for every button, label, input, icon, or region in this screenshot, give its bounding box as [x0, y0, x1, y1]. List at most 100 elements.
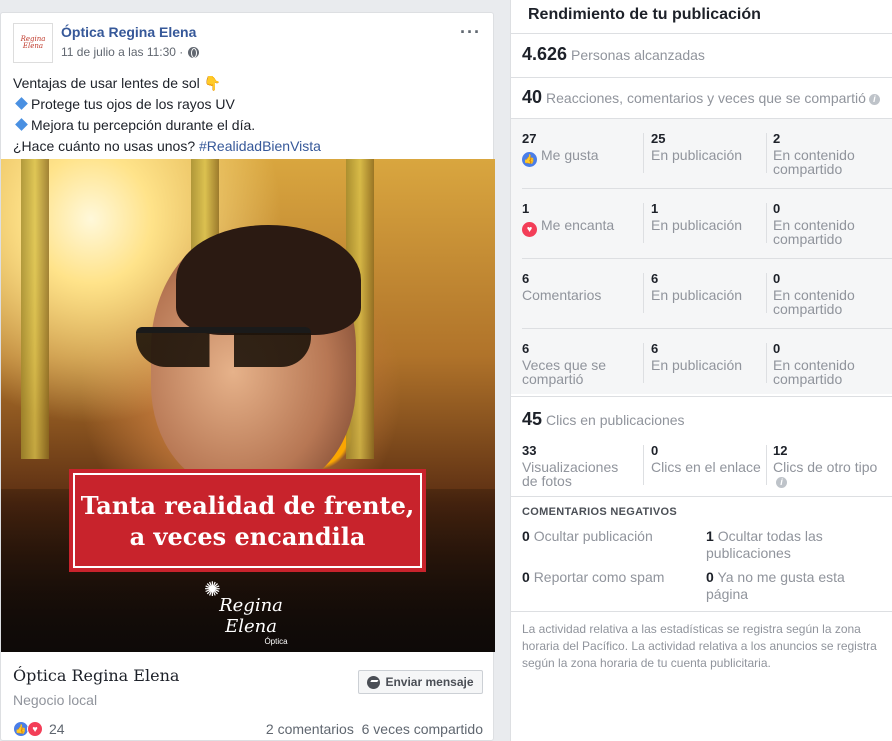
photo-views-label: Visualizaciones de fotos	[522, 459, 619, 489]
loves-on-post-cell: 1 En publicación	[651, 201, 766, 232]
banner-line-1: Tanta realidad de frente,	[80, 490, 415, 520]
reaction-icons[interactable]: 👍 ♥	[13, 721, 43, 737]
likes-cell: 27 👍 Me gusta	[522, 131, 637, 167]
post-line-3-text: Mejora tu percepción durante el día.	[31, 117, 256, 133]
engagement-breakdown: 27 👍 Me gusta 25 En publicación 2 En conteni…	[511, 118, 892, 394]
background-pillar	[21, 159, 49, 459]
engagement-label: Reacciones, comentarios y veces que se c…	[546, 90, 866, 106]
love-icon: ♥	[27, 721, 43, 737]
comments-on-shares-count: 0	[773, 271, 781, 286]
shares-on-post-cell: 6 En publicación	[651, 341, 766, 372]
link-clicks-cell: 0 Clics en el enlace	[651, 443, 766, 474]
spam-count: 0	[522, 569, 530, 585]
divider	[643, 445, 644, 485]
post-performance-panel: Rendimiento de tu publicación 4.626 Perso…	[510, 0, 892, 741]
divider	[766, 133, 767, 173]
hide-all-label: Ocultar todas las publicaciones	[706, 528, 823, 561]
divider	[643, 273, 644, 313]
post-line-4-text: ¿Hace cuánto no usas unos?	[13, 138, 200, 154]
post-line-1: Ventajas de usar lentes de sol 👇	[13, 75, 222, 91]
likes-on-post-label: En publicación	[651, 147, 743, 163]
comments-on-shares-cell: 0 En contenido compartido	[773, 271, 883, 316]
comments-shares-count[interactable]: 2 comentarios 6 veces compartido	[266, 721, 483, 737]
shares-cell: 6 Veces que se compartió	[522, 341, 637, 386]
shares-on-shares-count: 0	[773, 341, 781, 356]
clicks-section: 45 Clics en publicaciones 33 Visualizacion…	[511, 396, 892, 496]
page-avatar[interactable]: Regina Elena	[13, 23, 53, 63]
post-header: Regina Elena Óptica Regina Elena 11 de j…	[13, 23, 481, 67]
loves-on-post-label: En publicación	[651, 217, 743, 233]
love-icon: ♥	[522, 222, 537, 237]
shares-count: 6	[522, 341, 530, 356]
hide-all-stat: 1 Ocultar todas las publicaciones	[706, 528, 881, 562]
clicks-value: 45	[522, 409, 543, 429]
blue-diamond-icon	[15, 97, 28, 110]
comments-on-post-label: En publicación	[651, 287, 743, 303]
shares-on-post-label: En publicación	[651, 357, 743, 373]
likes-on-post-cell: 25 En publicación	[651, 131, 766, 162]
comments-count: 6	[522, 271, 530, 286]
shares-on-post-count: 6	[651, 341, 659, 356]
brand-small: Óptica	[264, 637, 288, 646]
reach-label: Personas alcanzadas	[571, 47, 705, 63]
post-line-2: Protege tus ojos de los rayos UV	[13, 94, 483, 115]
shares-row: 6 Veces que se compartió 6 En publicación …	[511, 329, 892, 399]
shares-on-shares-cell: 0 En contenido compartido	[773, 341, 883, 386]
info-icon[interactable]: i	[868, 94, 880, 105]
hide-post-count: 0	[522, 528, 530, 544]
engagement-section: 40 Reacciones, comentarios y veces que se…	[511, 77, 892, 118]
photo-views-cell: 33 Visualizaciones de fotos	[522, 443, 637, 488]
post-line-4: ¿Hace cuánto no usas unos? #RealidadBien…	[13, 136, 483, 157]
likes-count: 27	[522, 131, 537, 146]
divider	[643, 343, 644, 383]
facebook-post: Regina Elena Óptica Regina Elena 11 de j…	[0, 12, 495, 741]
comments-on-post-count: 6	[651, 271, 659, 286]
page-name-link[interactable]: Óptica Regina Elena	[61, 24, 196, 40]
page-title[interactable]: Óptica Regina Elena	[13, 666, 179, 685]
engagement-stat: 40 Reacciones, comentarios y veces que se…	[522, 87, 880, 108]
post-photo[interactable]: Tanta realidad de frente, a veces encand…	[1, 159, 495, 652]
blue-diamond-icon	[15, 118, 28, 131]
likes-on-shares-label: En contenido compartido	[773, 147, 855, 177]
send-message-button[interactable]: Enviar mensaje	[358, 670, 483, 694]
divider	[766, 203, 767, 243]
unlike-count: 0	[706, 569, 714, 585]
post-text: Ventajas de usar lentes de sol 👇 Protege…	[13, 73, 483, 157]
post-meta: 11 de julio a las 11:30 ·	[61, 45, 200, 59]
divider	[766, 273, 767, 313]
comments-cell: 6 Comentarios	[522, 271, 637, 302]
loves-cell: 1 ♥ Me encanta	[522, 201, 637, 237]
loves-on-shares-count: 0	[773, 201, 781, 216]
likes-on-shares-count: 2	[773, 131, 781, 146]
negative-feedback-title: COMENTARIOS NEGATIVOS	[522, 506, 678, 518]
unlike-label: Ya no me gusta esta página	[706, 569, 845, 602]
brand-logo: ✺ Regina Elena Óptica	[196, 577, 306, 646]
person-hair	[176, 225, 361, 335]
clicks-stat: 45 Clics en publicaciones	[522, 409, 685, 430]
comments-on-shares-label: En contenido compartido	[773, 287, 855, 317]
brand-star-icon: ✺	[204, 579, 221, 601]
panel-title: Rendimiento de tu publicación	[528, 6, 761, 23]
send-message-label: Enviar mensaje	[385, 675, 474, 689]
reaction-count[interactable]: 24	[49, 721, 65, 737]
post-line-2-text: Protege tus ojos de los rayos UV	[31, 96, 235, 112]
spam-label: Reportar como spam	[533, 569, 665, 585]
info-icon[interactable]: i	[776, 477, 787, 488]
like-icon: 👍	[522, 152, 537, 167]
avatar-logo-text: Regina Elena	[20, 35, 46, 50]
more-options-icon[interactable]: ···	[460, 23, 481, 41]
post-line-3: Mejora tu percepción durante el día.	[13, 115, 483, 136]
engagement-value: 40	[522, 87, 543, 107]
divider	[766, 343, 767, 383]
reach-stat: 4.626 Personas alcanzadas	[522, 44, 705, 65]
post-timestamp[interactable]: 11 de julio a las 11:30 ·	[61, 45, 183, 59]
spam-stat: 0 Reportar como spam	[522, 569, 697, 586]
loves-row: 1 ♥ Me encanta 1 En publicación 0 En conteni…	[511, 189, 892, 259]
messenger-icon	[367, 675, 381, 689]
reactions-row: 👍 ♥ 24 2 comentarios 6 veces compartido	[13, 719, 483, 739]
globe-icon	[188, 46, 200, 58]
banner-line-2: a veces encandila	[129, 521, 366, 551]
comments-on-post-cell: 6 En publicación	[651, 271, 766, 302]
hashtag-link[interactable]: #RealidadBienVista	[199, 138, 321, 154]
other-clicks-cell: 12 Clics de otro tipo i	[773, 443, 883, 488]
